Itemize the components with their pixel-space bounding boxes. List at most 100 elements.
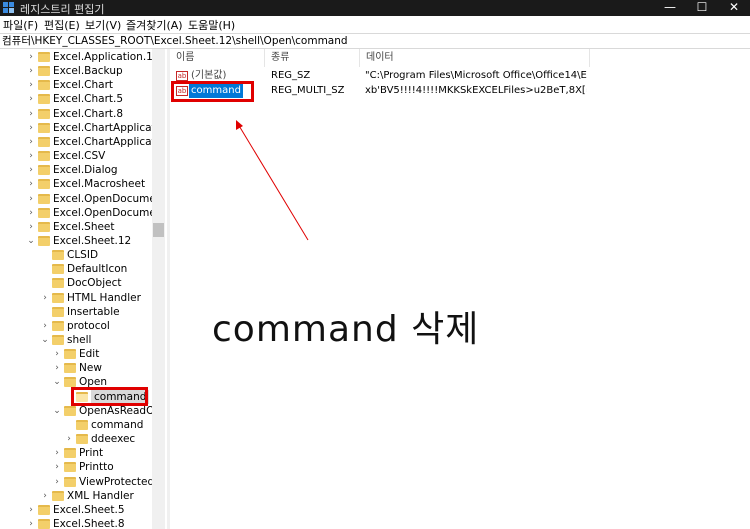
- tree-item[interactable]: › Excel.Chart.5: [0, 92, 150, 106]
- tree-item[interactable]: › Excel.CSV: [0, 149, 150, 163]
- tree-item[interactable]: › Excel.Sheet: [0, 220, 150, 234]
- tree-scrollbar[interactable]: [152, 49, 165, 529]
- annotation-text: command 삭제: [212, 309, 480, 350]
- tree-item[interactable]: › Excel.Dialog: [0, 163, 150, 177]
- expand-chevron-icon[interactable]: ›: [52, 460, 62, 474]
- address-bar[interactable]: 컴퓨터\HKEY_CLASSES_ROOT\Excel.Sheet.12\she…: [0, 33, 750, 49]
- title-bar: 레지스트리 편집기 — ☐ ✕: [0, 0, 750, 16]
- folder-icon: [64, 448, 76, 459]
- expand-chevron-icon[interactable]: ›: [26, 177, 36, 191]
- tree-item[interactable]: CLSID: [0, 248, 150, 262]
- expand-chevron-icon[interactable]: ›: [26, 206, 36, 220]
- expand-chevron-icon[interactable]: ›: [52, 475, 62, 489]
- registry-app-icon: [3, 2, 15, 14]
- tree-item[interactable]: › protocol: [0, 319, 150, 333]
- tree-item-label: Excel.Backup: [53, 65, 123, 78]
- expand-chevron-icon[interactable]: ›: [52, 446, 62, 460]
- expand-chevron-icon[interactable]: ›: [26, 220, 36, 234]
- tree-item[interactable]: › XML Handler: [0, 489, 150, 503]
- expand-chevron-icon[interactable]: ›: [52, 361, 62, 375]
- tree-item[interactable]: ⌄ Excel.Sheet.12: [0, 234, 150, 248]
- expand-chevron-icon[interactable]: ›: [26, 64, 36, 78]
- tree-item[interactable]: › Excel.Macrosheet: [0, 177, 150, 191]
- tree-item[interactable]: › ViewProtected: [0, 475, 154, 489]
- expand-chevron-icon[interactable]: ›: [64, 432, 74, 446]
- tree-item[interactable]: › Excel.OpenDocumentS: [0, 192, 165, 206]
- folder-icon: [52, 306, 64, 317]
- expand-chevron-icon[interactable]: ›: [40, 489, 50, 503]
- tree-item-label: protocol: [67, 319, 110, 332]
- tree-item-label: HTML Handler: [67, 291, 141, 304]
- collapse-chevron-icon[interactable]: ⌄: [26, 234, 36, 248]
- tree-item-label: Excel.Application.14: [53, 51, 160, 63]
- tree-item-label: ddeexec: [91, 433, 136, 446]
- tree-item[interactable]: › Excel.Sheet.5: [0, 503, 150, 517]
- tree-item-label: Excel.Sheet.12: [53, 234, 132, 247]
- tree-item[interactable]: DefaultIcon: [0, 262, 150, 276]
- expand-chevron-icon[interactable]: ›: [26, 50, 36, 64]
- close-button[interactable]: ✕: [718, 0, 750, 16]
- key-tree[interactable]: › Excel.Application.14 › Excel.Backup › Excel…: [0, 49, 165, 529]
- menu-edit[interactable]: 편집(E): [44, 17, 80, 33]
- tree-item[interactable]: Insertable: [0, 305, 150, 319]
- tree-item[interactable]: › Excel.Chart.8: [0, 107, 150, 121]
- expand-chevron-icon[interactable]: ›: [52, 347, 62, 361]
- tree-item-label: Excel.OpenDocumentS: [53, 192, 165, 205]
- tree-item-label: Excel.OpenDocumentS: [53, 206, 165, 219]
- values-list: 이름 종류 데이터 ab (기본값) REG_SZ "C:\Program Fi…: [170, 49, 750, 529]
- tree-item[interactable]: › Excel.ChartApplication.: [0, 135, 165, 149]
- collapse-chevron-icon[interactable]: ⌄: [40, 333, 50, 347]
- tree-item[interactable]: › Excel.Application.14: [0, 50, 159, 64]
- folder-icon: [64, 377, 76, 388]
- column-header-data[interactable]: 데이터: [360, 49, 590, 67]
- menu-view[interactable]: 보기(V): [85, 17, 121, 33]
- tree-item[interactable]: › Edit: [0, 347, 150, 361]
- expand-chevron-icon[interactable]: ›: [26, 517, 36, 529]
- expand-chevron-icon[interactable]: ›: [26, 78, 36, 92]
- maximize-button[interactable]: ☐: [686, 0, 718, 16]
- menu-help[interactable]: 도움말(H): [188, 17, 235, 33]
- expand-chevron-icon[interactable]: ›: [40, 319, 50, 333]
- tree-item[interactable]: › Excel.Backup: [0, 64, 150, 78]
- tree-item-label: Printto: [79, 461, 114, 474]
- tree-item[interactable]: ⌄ shell: [0, 333, 150, 347]
- collapse-chevron-icon[interactable]: ⌄: [52, 404, 62, 418]
- folder-icon: [64, 363, 76, 374]
- expand-chevron-icon[interactable]: ›: [26, 107, 36, 121]
- tree-item[interactable]: › New: [0, 361, 150, 375]
- tree-item[interactable]: command: [0, 418, 150, 432]
- tree-item[interactable]: › ddeexec: [0, 432, 150, 446]
- menu-favorites[interactable]: 즐겨찾기(A): [126, 17, 183, 33]
- tree-item[interactable]: › HTML Handler: [0, 291, 150, 305]
- tree-scroll-thumb[interactable]: [153, 223, 164, 237]
- expand-chevron-icon[interactable]: ›: [26, 121, 36, 135]
- tree-item-label: CLSID: [67, 249, 99, 262]
- tree-item-label: command: [91, 418, 144, 431]
- expand-chevron-icon[interactable]: ›: [26, 163, 36, 177]
- value-data: xb'BV5!!!!4!!!!MKKSkEXCELFiles>u2BeT,8X[…: [365, 85, 587, 96]
- folder-icon: [38, 122, 50, 133]
- collapse-chevron-icon[interactable]: ⌄: [52, 375, 62, 389]
- tree-item[interactable]: › Printto: [0, 460, 150, 474]
- column-header-type[interactable]: 종류: [265, 49, 360, 67]
- expand-chevron-icon[interactable]: ›: [26, 135, 36, 149]
- tree-item[interactable]: › Excel.Sheet.8: [0, 517, 150, 529]
- tree-item-label: Excel.Chart.5: [53, 93, 124, 106]
- expand-chevron-icon[interactable]: ›: [26, 149, 36, 163]
- expand-chevron-icon[interactable]: ›: [26, 92, 36, 106]
- folder-icon: [52, 292, 64, 303]
- column-header-name[interactable]: 이름: [170, 49, 265, 67]
- tree-item[interactable]: › Excel.Chart: [0, 78, 150, 92]
- minimize-button[interactable]: —: [654, 0, 686, 16]
- expand-chevron-icon[interactable]: ›: [26, 503, 36, 517]
- expand-chevron-icon[interactable]: ›: [26, 192, 36, 206]
- tree-item-label: shell: [67, 334, 92, 346]
- folder-icon: [38, 151, 50, 162]
- tree-item[interactable]: › Excel.ChartApplication: [0, 121, 165, 135]
- tree-item[interactable]: › Print: [0, 446, 150, 460]
- tree-item[interactable]: › Excel.OpenDocumentS: [0, 206, 165, 220]
- tree-item-label: ViewProtected: [79, 475, 155, 488]
- expand-chevron-icon[interactable]: ›: [40, 291, 50, 305]
- menu-file[interactable]: 파일(F): [3, 17, 38, 33]
- tree-item[interactable]: DocObject: [0, 276, 150, 290]
